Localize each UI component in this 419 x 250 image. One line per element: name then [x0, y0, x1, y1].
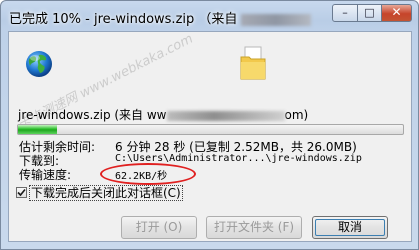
close-button[interactable]: ✕ [381, 4, 412, 22]
close-on-complete-checkbox[interactable] [16, 187, 27, 198]
file-name-suffix: om) [284, 108, 309, 122]
file-name: jre-windows.zip (来自 ww om) [18, 106, 308, 123]
transfer-rate-label: 传输速度: [19, 168, 72, 182]
open-folder-button[interactable]: 打开文件夹 (F) [206, 216, 302, 239]
cancel-button[interactable]: 取消 [312, 216, 388, 239]
minimize-button[interactable]: – [332, 4, 358, 22]
folder-icon [240, 46, 266, 80]
open-button[interactable]: 打开 (O) [121, 216, 197, 239]
blurred-title-source [241, 13, 312, 26]
maximize-button[interactable]: □ [357, 4, 382, 22]
download-progress-bar [17, 124, 404, 135]
dialog-body: 卡卡测速网 www.webkaka.com jre-windows.zip (来… [8, 31, 412, 242]
close-on-complete-option[interactable]: 下载完成后关闭此对话框(C) [16, 184, 183, 201]
download-dialog: 已完成 10% - jre-windows.zip （来自 – □ ✕ 卡卡测速… [0, 0, 419, 250]
annotation-circle [100, 163, 196, 185]
progress-fill [18, 125, 57, 134]
globe-icon [26, 51, 52, 77]
blurred-source-url [166, 110, 285, 121]
title-bar[interactable]: 已完成 10% - jre-windows.zip （来自 – □ ✕ [1, 1, 418, 31]
checkmark-icon [17, 188, 26, 197]
window-title: 已完成 10% - jre-windows.zip （来自 [9, 8, 312, 27]
close-on-complete-label[interactable]: 下载完成后关闭此对话框(C) [29, 185, 183, 201]
file-name-prefix: jre-windows.zip (来自 ww [18, 108, 167, 122]
window-title-text: 已完成 10% - jre-windows.zip （来自 [9, 12, 238, 27]
